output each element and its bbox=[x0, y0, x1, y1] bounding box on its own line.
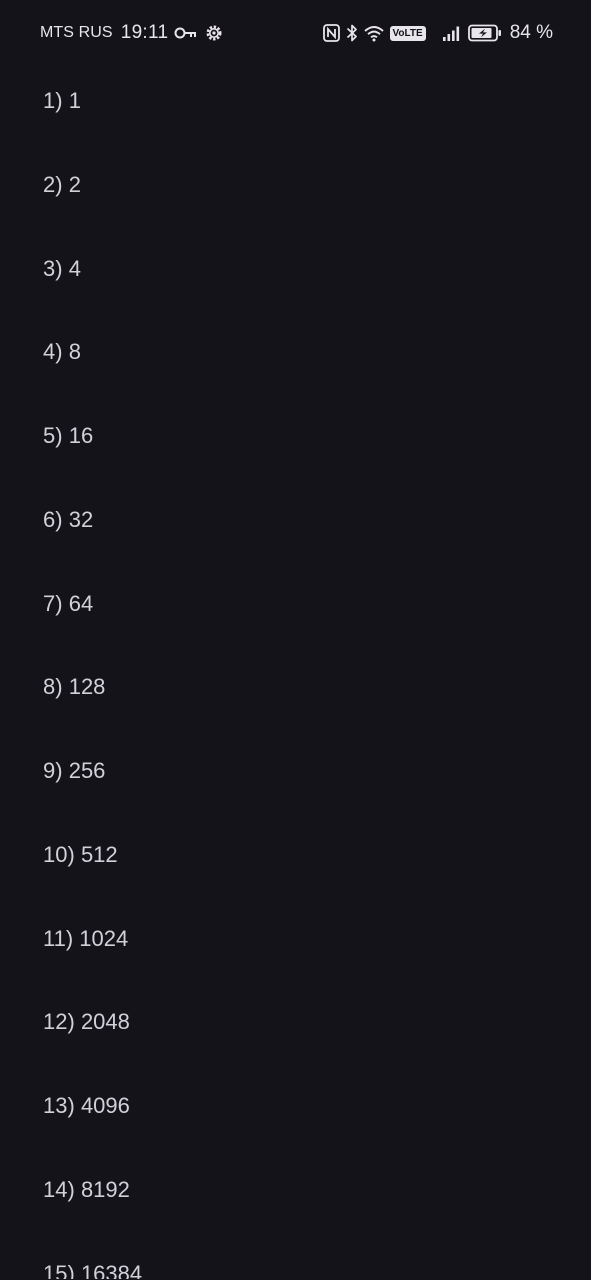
item-index: 5 bbox=[43, 423, 69, 449]
item-value: 32 bbox=[68, 506, 94, 532]
item-index: 11 bbox=[43, 926, 79, 952]
item-value: 4096 bbox=[80, 1093, 130, 1118]
battery-charging-icon bbox=[467, 24, 502, 42]
battery-percent: 84 % bbox=[509, 22, 553, 43]
item-value: 256 bbox=[68, 758, 106, 783]
nfc-icon bbox=[322, 24, 340, 42]
status-left: MTS RUS 19:11 bbox=[40, 0, 224, 66]
item-value: 1024 bbox=[79, 925, 129, 951]
item-index: 10 bbox=[43, 842, 81, 868]
status-right: VoLTE 84 % bbox=[322, 0, 553, 66]
status-bar: MTS RUS 19:11 VoLTE 84 % bbox=[0, 0, 591, 66]
item-index: 12 bbox=[43, 1009, 81, 1035]
item-index: 6 bbox=[43, 507, 69, 533]
list-item: 10512 bbox=[43, 820, 563, 904]
list-item: 9256 bbox=[43, 736, 563, 820]
carrier-name: MTS RUS bbox=[40, 24, 113, 41]
list-item: 122048 bbox=[43, 987, 563, 1071]
list-item: 516 bbox=[43, 401, 563, 485]
item-value: 8 bbox=[68, 339, 81, 365]
key-icon bbox=[174, 26, 198, 40]
item-index: 15 bbox=[43, 1261, 81, 1279]
list-item: 1516384 bbox=[43, 1239, 563, 1279]
item-value: 512 bbox=[80, 841, 118, 867]
list-item: 34 bbox=[43, 234, 563, 318]
clock: 19:11 bbox=[120, 22, 169, 43]
signal-icon bbox=[442, 25, 462, 42]
list-item: 134096 bbox=[43, 1071, 563, 1155]
list-item: 8128 bbox=[43, 652, 563, 736]
item-value: 2 bbox=[68, 171, 81, 197]
volte-icon: VoLTE bbox=[389, 25, 426, 41]
list-item: 632 bbox=[43, 485, 563, 569]
item-index: 13 bbox=[43, 1093, 81, 1119]
item-value: 16 bbox=[68, 423, 94, 448]
item-index: 9 bbox=[43, 758, 69, 784]
list-item: 111024 bbox=[43, 904, 563, 988]
item-index: 2 bbox=[43, 172, 69, 198]
item-value: 128 bbox=[68, 674, 106, 700]
list-item: 48 bbox=[43, 317, 563, 401]
bluetooth-icon bbox=[346, 23, 358, 43]
list-item: 148192 bbox=[43, 1155, 563, 1239]
item-index: 8 bbox=[43, 674, 69, 700]
item-index: 14 bbox=[43, 1177, 81, 1203]
item-index: 1 bbox=[43, 88, 69, 114]
list-item: 11 bbox=[43, 66, 563, 150]
item-value: 1 bbox=[68, 88, 81, 113]
item-value: 4 bbox=[68, 255, 81, 281]
settings-gear-icon bbox=[204, 23, 224, 43]
item-index: 7 bbox=[43, 591, 69, 617]
powers-of-two-list: 11 22 34 48 516 632 764 8128 9256 10512 … bbox=[43, 66, 563, 1279]
item-value: 64 bbox=[68, 590, 94, 616]
item-value: 2048 bbox=[80, 1009, 130, 1035]
item-value: 16384 bbox=[80, 1260, 143, 1279]
list-item: 764 bbox=[43, 569, 563, 653]
item-index: 3 bbox=[43, 256, 69, 282]
item-value: 8192 bbox=[80, 1176, 130, 1202]
list-item: 22 bbox=[43, 150, 563, 234]
item-index: 4 bbox=[43, 339, 69, 365]
wifi-icon bbox=[363, 25, 384, 42]
